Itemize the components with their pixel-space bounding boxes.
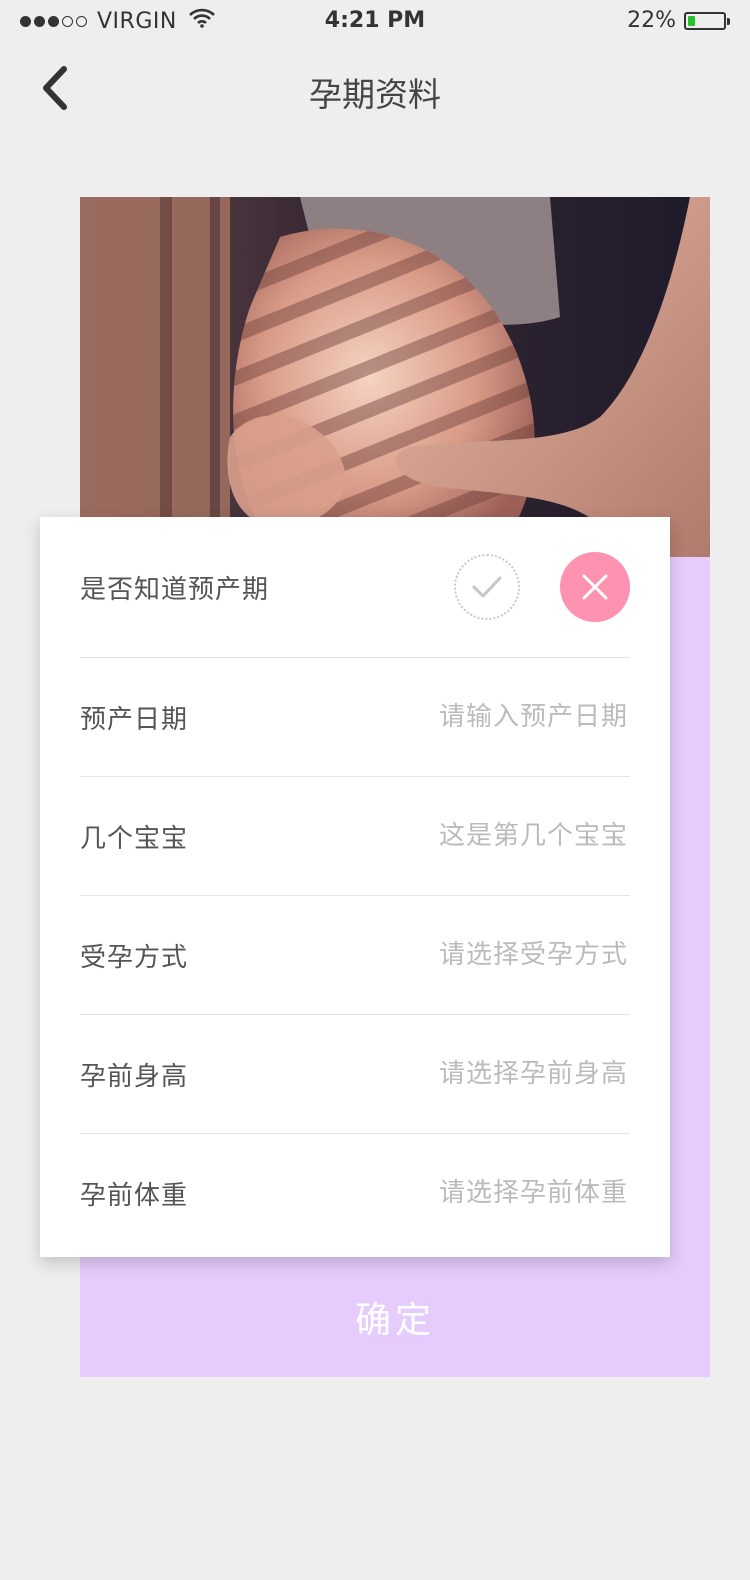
pregnant-belly-photo — [80, 197, 710, 557]
pregnancy-form-card: 是否知道预产期 预产日期 几个宝宝 受孕方式 孕前身高 孕 — [40, 517, 670, 1257]
conception-input[interactable] — [326, 939, 630, 971]
status-right: 22% — [627, 8, 730, 33]
signal-dot — [62, 15, 73, 27]
page-title: 孕期资料 — [309, 75, 441, 114]
due-date-input[interactable] — [326, 701, 630, 733]
nav-bar: 孕期资料 — [0, 40, 750, 140]
due-known-label: 是否知道预产期 — [80, 574, 270, 605]
weight-input[interactable] — [326, 1177, 630, 1209]
height-label: 孕前身高 — [80, 1061, 189, 1092]
carrier-name: VIRGIN — [97, 8, 177, 34]
chevron-left-icon — [43, 66, 67, 110]
signal-dot — [76, 15, 87, 27]
wifi-icon — [188, 8, 215, 34]
height-row: 孕前身高 — [80, 1014, 630, 1133]
signal-strength-icon — [20, 15, 87, 27]
baby-count-input[interactable] — [326, 820, 630, 852]
close-icon — [582, 574, 608, 600]
signal-dot — [48, 15, 59, 27]
battery-icon — [684, 11, 730, 30]
yes-option[interactable] — [454, 554, 520, 620]
back-button[interactable] — [30, 60, 80, 116]
due-date-label: 预产日期 — [80, 704, 189, 735]
no-option[interactable] — [560, 552, 630, 622]
due-known-row: 是否知道预产期 — [80, 517, 630, 657]
conception-label: 受孕方式 — [80, 942, 189, 973]
status-bar: VIRGIN 4:21 PM 22% — [0, 0, 750, 40]
due-date-row: 预产日期 — [80, 657, 630, 776]
confirm-button[interactable]: 确定 — [80, 1257, 710, 1377]
status-left: VIRGIN — [20, 8, 215, 34]
baby-count-row: 几个宝宝 — [80, 776, 630, 895]
weight-row: 孕前体重 — [80, 1133, 630, 1252]
weight-label: 孕前体重 — [80, 1180, 189, 1211]
check-icon — [472, 576, 502, 598]
conception-row: 受孕方式 — [80, 895, 630, 1014]
hero-image — [80, 197, 710, 557]
battery-percent: 22% — [627, 8, 676, 33]
battery-level — [688, 15, 696, 26]
signal-dot — [20, 15, 31, 27]
signal-dot — [34, 15, 45, 27]
baby-count-label: 几个宝宝 — [80, 823, 189, 854]
due-known-choices — [454, 552, 630, 622]
height-input[interactable] — [326, 1058, 630, 1090]
